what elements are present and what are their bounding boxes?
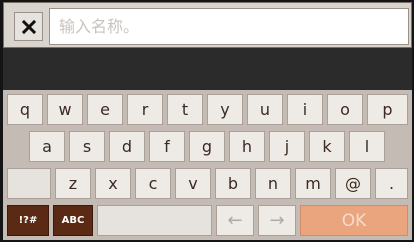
key-j[interactable]: j: [269, 131, 305, 162]
key-label: p: [382, 100, 393, 119]
key-c[interactable]: c: [135, 168, 171, 199]
cursor-right-button[interactable]: →: [258, 205, 296, 236]
space-key[interactable]: [97, 205, 212, 236]
close-icon: [21, 19, 36, 34]
key-x[interactable]: x: [95, 168, 131, 199]
key-o[interactable]: o: [327, 94, 363, 125]
key-u[interactable]: u: [247, 94, 283, 125]
key-label: h: [241, 137, 253, 156]
key-e[interactable]: e: [87, 94, 123, 125]
key-w[interactable]: w: [47, 94, 83, 125]
key-label: o: [340, 100, 350, 119]
key-label: x: [108, 174, 118, 193]
onscreen-keyboard: q w e r t y u i o p a s d f g h j k l z …: [3, 90, 412, 240]
name-entry-screen: q w e r t y u i o p a s d f g h j k l z …: [0, 0, 414, 242]
key-p[interactable]: p: [367, 94, 408, 125]
key-label: OK: [341, 210, 367, 231]
key-label: g: [201, 137, 213, 156]
key-label: d: [121, 137, 133, 156]
shift-key[interactable]: [7, 168, 51, 199]
key-label: l: [364, 137, 370, 156]
key-label: @: [345, 174, 361, 193]
cursor-left-button[interactable]: ←: [216, 205, 254, 236]
key-m[interactable]: m: [295, 168, 331, 199]
key-f[interactable]: f: [149, 131, 185, 162]
key-label: v: [188, 174, 198, 193]
key-l[interactable]: l: [349, 131, 385, 162]
key-y[interactable]: y: [207, 94, 243, 125]
key-label: n: [267, 174, 279, 193]
key-label: u: [259, 100, 271, 119]
key-label: q: [19, 100, 31, 119]
key-label: b: [227, 174, 239, 193]
left-arrow-icon: ←: [227, 210, 243, 231]
name-input[interactable]: [49, 8, 409, 45]
key-n[interactable]: n: [255, 168, 291, 199]
key-label: j: [284, 137, 290, 156]
key-label: e: [100, 100, 110, 119]
key-label: s: [82, 137, 92, 156]
key-g[interactable]: g: [189, 131, 225, 162]
key-label: .: [388, 174, 395, 193]
key-z[interactable]: z: [55, 168, 91, 199]
key-d[interactable]: d: [109, 131, 145, 162]
key-a[interactable]: a: [29, 131, 65, 162]
key-label: a: [42, 137, 52, 156]
abc-mode-button[interactable]: ABC: [53, 205, 93, 236]
key-label: w: [58, 100, 72, 119]
key-h[interactable]: h: [229, 131, 265, 162]
close-button[interactable]: [14, 12, 43, 41]
key-label: y: [220, 100, 230, 119]
key-q[interactable]: q: [7, 94, 43, 125]
key-r[interactable]: r: [127, 94, 163, 125]
symbols-mode-button[interactable]: !?#: [7, 205, 49, 236]
candidate-bar: [3, 48, 412, 90]
key-t[interactable]: t: [167, 94, 203, 125]
key-label: k: [322, 137, 332, 156]
key-label: t: [181, 100, 189, 119]
key-i[interactable]: i: [287, 94, 323, 125]
input-bar: [3, 2, 412, 48]
key-b[interactable]: b: [215, 168, 251, 199]
right-arrow-icon: →: [269, 210, 285, 231]
key-label: !?#: [18, 215, 38, 226]
ok-button[interactable]: OK: [300, 205, 408, 236]
key-v[interactable]: v: [175, 168, 211, 199]
key-k[interactable]: k: [309, 131, 345, 162]
key-label: m: [305, 174, 321, 193]
key-label: i: [302, 100, 308, 119]
key-label: ABC: [61, 215, 85, 226]
key-label: r: [141, 100, 149, 119]
key-period[interactable]: .: [375, 168, 408, 199]
key-at[interactable]: @: [335, 168, 371, 199]
key-label: z: [68, 174, 78, 193]
key-label: c: [148, 174, 158, 193]
key-s[interactable]: s: [69, 131, 105, 162]
key-label: f: [164, 137, 170, 156]
